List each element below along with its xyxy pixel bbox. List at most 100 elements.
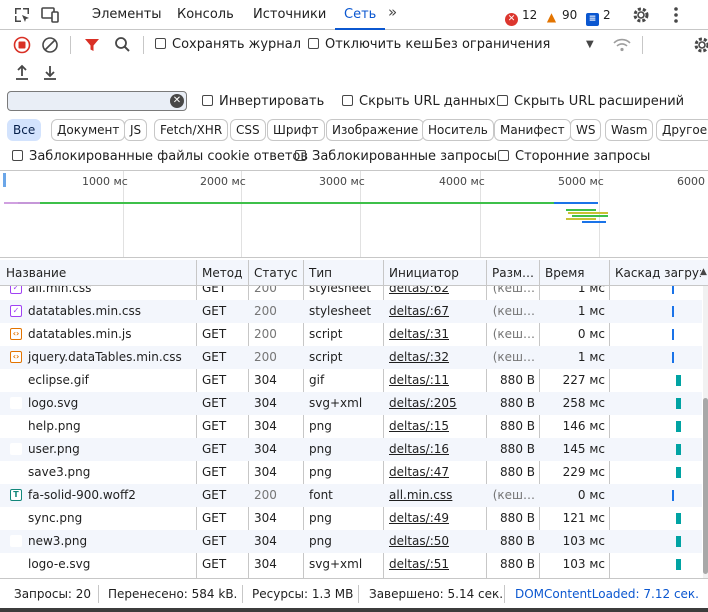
network-settings-gear-icon[interactable] [692, 35, 708, 55]
request-name[interactable]: new3.png [22, 530, 196, 553]
clear-icon[interactable] [40, 35, 60, 55]
request-initiator[interactable]: deltas/:51 [383, 553, 486, 576]
filter-input[interactable]: ✕ [7, 91, 187, 111]
clear-filter-icon[interactable]: ✕ [170, 94, 184, 108]
hide-data-urls-checkbox[interactable]: Скрыть URL данных [342, 94, 496, 110]
chip-media[interactable]: Носитель [422, 119, 494, 141]
invert-checkbox[interactable]: Инвертировать [202, 94, 324, 110]
messages-badge[interactable]: ≡ 2 [586, 7, 611, 26]
table-row[interactable]: ‹› datatables.min.js GET 200 script deltas/:3… [0, 323, 702, 346]
record-stop-icon[interactable] [12, 35, 32, 55]
warnings-badge[interactable]: ▲ 90 [545, 7, 577, 24]
table-row[interactable]: logo-e.svg GET 304 svg+xml deltas/:51 880 В 10… [0, 553, 702, 576]
table-row[interactable]: ✓ all.min.css GET 200 stylesheet deltas/:62 (к… [0, 286, 702, 300]
request-name[interactable]: sync.png [22, 507, 196, 530]
scrollbar-thumb[interactable] [703, 398, 708, 574]
network-conditions-wifi-icon[interactable] [612, 35, 632, 55]
table-row[interactable]: logo.svg GET 304 svg+xml deltas/:205 880 В 258… [0, 392, 702, 415]
preserve-log-checkbox[interactable]: Сохранять журнал [155, 37, 301, 53]
request-name[interactable]: fa-solid-900.woff2 [22, 484, 196, 507]
request-status: 304 [254, 465, 277, 479]
column-header-waterfall[interactable]: Каскад загрузки [609, 260, 701, 286]
chip-document[interactable]: Документ [51, 119, 126, 141]
chip-font[interactable]: Шрифт [267, 119, 325, 141]
filter-icon[interactable] [82, 35, 102, 55]
request-time: 258 мс [562, 396, 605, 410]
device-toolbar-icon[interactable] [40, 5, 60, 25]
more-tabs-button[interactable]: » [388, 3, 397, 21]
table-row[interactable]: save3.png GET 304 png deltas/:47 880 В 229 мс [0, 461, 702, 484]
request-name[interactable]: help.png [22, 415, 196, 438]
table-row[interactable]: new3.png GET 304 png deltas/:50 880 В 103 мс [0, 530, 702, 553]
column-header-time[interactable]: Время [539, 260, 609, 286]
column-header-method[interactable]: Метод [196, 260, 248, 286]
request-initiator[interactable]: all.min.css [383, 484, 486, 507]
request-initiator[interactable]: deltas/:67 [383, 300, 486, 323]
blocked-requests-checkbox[interactable]: Заблокированные запросы [295, 149, 497, 165]
request-initiator[interactable]: deltas/:205 [383, 392, 486, 415]
table-row[interactable]: ‹› jquery.dataTables.min.css GET 200 script d… [0, 346, 702, 369]
chip-css[interactable]: CSS [230, 119, 266, 141]
request-name[interactable]: user.png [22, 438, 196, 461]
import-har-icon[interactable] [12, 63, 32, 83]
chip-wasm[interactable]: Wasm [605, 119, 654, 141]
table-row[interactable]: help.png GET 304 png deltas/:15 880 В 146 мс [0, 415, 702, 438]
errors-badge[interactable]: ✕ 12 [505, 7, 537, 26]
requests-scrollbar[interactable] [703, 286, 708, 578]
table-row[interactable]: eclipse.gif GET 304 gif deltas/:11 880 В 227 м… [0, 369, 702, 392]
column-header-status[interactable]: Статус [248, 260, 303, 286]
request-name[interactable]: datatables.min.js [22, 323, 196, 346]
request-size: (кеш… [492, 304, 535, 318]
request-initiator[interactable]: deltas/:11 [383, 369, 486, 392]
request-name[interactable]: eclipse.gif [22, 369, 196, 392]
disable-cache-checkbox[interactable]: Отключить кеш [308, 37, 433, 53]
search-icon[interactable] [113, 35, 133, 55]
request-name[interactable]: all.min.css [22, 286, 196, 300]
chip-js[interactable]: JS [124, 119, 148, 141]
request-name[interactable]: datatables.min.css [22, 300, 196, 323]
table-row[interactable]: Tfa-solid-900.woff2 GET 200 font all.min.css… [0, 484, 702, 507]
chip-other[interactable]: Другое [656, 119, 708, 141]
chip-fetch-xhr[interactable]: Fetch/XHR [154, 119, 229, 141]
request-name[interactable]: logo-e.svg [22, 553, 196, 576]
request-initiator[interactable]: deltas/:32 [383, 346, 486, 369]
chip-manifest[interactable]: Манифест [494, 119, 571, 141]
export-har-icon[interactable] [40, 63, 60, 83]
tab-console[interactable]: Консоль [177, 0, 234, 30]
request-initiator[interactable]: deltas/:62 [383, 286, 486, 300]
column-header-initiator[interactable]: Инициатор [383, 260, 486, 286]
request-initiator[interactable]: deltas/:49 [383, 507, 486, 530]
column-header-type[interactable]: Тип [303, 260, 383, 286]
blocked-cookies-checkbox[interactable]: Заблокированные файлы cookie ответов [12, 149, 308, 165]
request-initiator[interactable]: deltas/:50 [383, 530, 486, 553]
tab-elements[interactable]: Элементы [92, 0, 162, 30]
chip-image[interactable]: Изображение [326, 119, 425, 141]
request-name[interactable]: jquery.dataTables.min.css [22, 346, 196, 369]
column-header-size[interactable]: Разм… [486, 260, 539, 286]
chevron-down-icon[interactable]: ▼ [586, 39, 594, 50]
table-row[interactable]: sync.png GET 304 png deltas/:49 880 В 121 мс [0, 507, 702, 530]
sort-arrow-icon[interactable]: ▲ [700, 267, 707, 277]
request-initiator[interactable]: deltas/:47 [383, 461, 486, 484]
inspect-element-icon[interactable] [12, 5, 32, 25]
request-initiator[interactable]: deltas/:16 [383, 438, 486, 461]
chip-ws[interactable]: WS [570, 119, 602, 141]
chip-all[interactable]: Все [7, 119, 42, 141]
tab-network[interactable]: Сеть [335, 0, 386, 30]
column-header-name[interactable]: Название [0, 260, 196, 286]
overview-left-handle[interactable] [3, 173, 6, 187]
request-initiator[interactable]: deltas/:15 [383, 415, 486, 438]
table-row[interactable]: ✓ datatables.min.css GET 200 stylesheet delta… [0, 300, 702, 323]
settings-gear-icon[interactable] [631, 5, 651, 25]
more-options-icon[interactable] [666, 5, 686, 25]
third-party-checkbox[interactable]: Сторонние запросы [498, 149, 650, 165]
request-name[interactable]: logo.svg [22, 392, 196, 415]
table-row[interactable]: user.png GET 304 png deltas/:16 880 В 145 мс [0, 438, 702, 461]
request-initiator[interactable]: deltas/:31 [383, 323, 486, 346]
throttling-select[interactable]: Без ограничения [434, 37, 550, 53]
request-method: GET [202, 442, 227, 456]
request-name[interactable]: save3.png [22, 461, 196, 484]
hide-extension-urls-checkbox[interactable]: Скрыть URL расширений [497, 94, 684, 110]
network-overview-timeline[interactable]: 1000 мс 2000 мс 3000 мс 4000 мс 5000 мс … [0, 170, 708, 258]
tab-sources[interactable]: Источники [253, 0, 326, 30]
